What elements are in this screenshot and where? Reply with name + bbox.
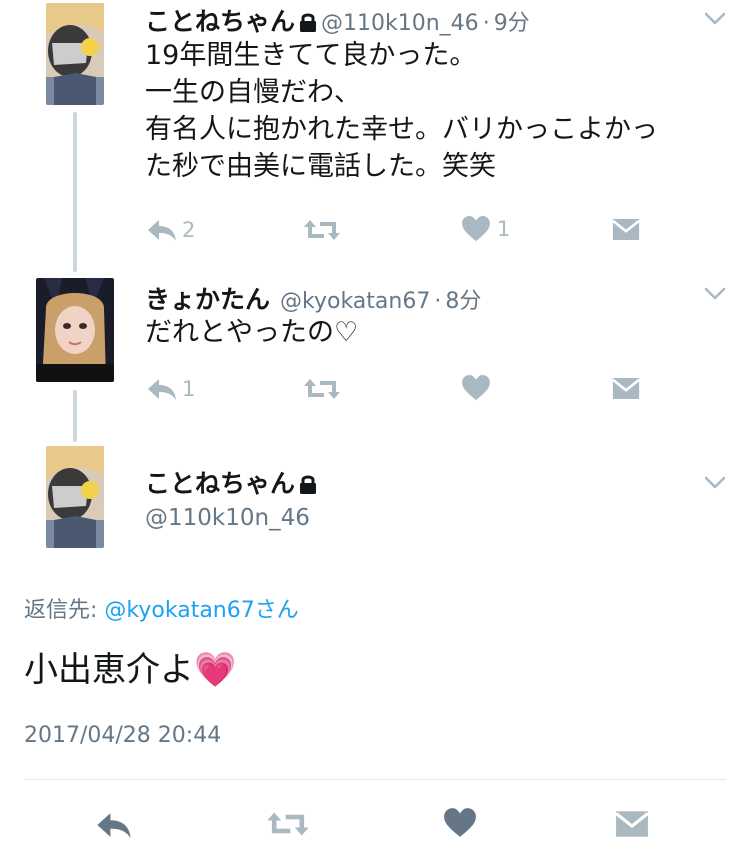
divider xyxy=(24,779,726,780)
tweet-time[interactable]: 8分 xyxy=(445,289,481,314)
tweet-text: 19年間生きてて良かった。 一生の自慢だわ、 有名人に抱かれた幸せ。バリかっこよ… xyxy=(145,37,658,185)
direct-message-icon xyxy=(612,377,640,400)
avatar[interactable] xyxy=(46,446,104,548)
like-icon xyxy=(461,216,491,242)
lock-icon xyxy=(299,471,317,491)
direct-message-button[interactable] xyxy=(615,810,649,838)
retweet-button[interactable] xyxy=(302,218,342,242)
like-button[interactable] xyxy=(461,375,491,401)
tweet-header: ことねちゃん xyxy=(145,464,321,500)
reply-to-label: 返信先: xyxy=(24,598,98,623)
retweet-button[interactable] xyxy=(302,377,342,401)
direct-message-button[interactable] xyxy=(612,218,640,241)
reply-icon xyxy=(146,218,178,242)
thread-line xyxy=(73,390,77,442)
focused-tweet-text: 小出恵介よ💗 xyxy=(24,642,236,691)
tweet-line: た秒で由美に電話した。笑笑 xyxy=(145,151,496,182)
direct-message-button[interactable] xyxy=(612,377,640,400)
tweet-line: 有名人に抱かれた幸せ。バリかっこよかっ xyxy=(145,114,658,145)
tweet-text: だれとやったの♡ xyxy=(145,314,358,351)
reply-button[interactable] xyxy=(95,810,133,840)
avatar[interactable] xyxy=(36,278,114,382)
retweet-button[interactable] xyxy=(265,810,311,838)
user-handle[interactable]: @110k10n_46 xyxy=(321,11,479,36)
chevron-down-icon[interactable] xyxy=(704,476,726,490)
display-name[interactable]: きょかたん xyxy=(145,285,270,314)
retweet-icon xyxy=(302,218,342,242)
like-button[interactable] xyxy=(443,808,477,838)
tweet-header: きょかたん @kyokatan67 · 8分 xyxy=(145,280,481,316)
thread-line xyxy=(73,112,77,272)
like-button[interactable]: 1 xyxy=(461,216,510,242)
separator-dot: · xyxy=(482,11,490,36)
user-handle[interactable]: @kyokatan67 xyxy=(280,289,430,314)
reply-button[interactable]: 2 xyxy=(146,218,195,242)
retweet-icon xyxy=(302,377,342,401)
chevron-down-icon[interactable] xyxy=(704,287,726,301)
avatar[interactable] xyxy=(46,3,104,105)
display-name[interactable]: ことねちゃん xyxy=(145,7,295,36)
tweet-text: 小出恵介よ xyxy=(24,650,194,690)
reply-button[interactable]: 1 xyxy=(146,377,195,401)
retweet-icon xyxy=(265,810,311,838)
tweet-line: 一生の自慢だわ、 xyxy=(145,77,361,108)
tweet-time[interactable]: 9分 xyxy=(494,11,530,36)
like-icon xyxy=(461,375,491,401)
tweet-header: ことねちゃん @110k10n_46 · 9分 xyxy=(145,2,530,38)
reply-icon xyxy=(146,377,178,401)
reply-to-line: 返信先: @kyokatan67さん xyxy=(24,592,299,624)
reply-count: 2 xyxy=(182,218,196,242)
like-icon xyxy=(443,808,477,838)
reply-to-user-link[interactable]: @kyokatan67さん xyxy=(104,598,298,623)
tweet-line: 19年間生きてて良かった。 xyxy=(145,40,477,71)
display-name[interactable]: ことねちゃん xyxy=(145,469,295,498)
separator-dot: · xyxy=(434,289,442,314)
lock-icon xyxy=(299,9,317,29)
user-handle[interactable]: @110k10n_46 xyxy=(145,505,310,531)
tweet-timestamp[interactable]: 2017/04/28 20:44 xyxy=(24,723,221,748)
handle-row: @110k10n_46 xyxy=(145,502,310,531)
direct-message-icon xyxy=(615,810,649,838)
tweet-line: だれとやったの♡ xyxy=(145,317,359,348)
reply-icon xyxy=(95,810,133,840)
like-count: 1 xyxy=(497,217,511,241)
heart-emoji: 💗 xyxy=(194,650,237,690)
reply-count: 1 xyxy=(182,377,196,401)
direct-message-icon xyxy=(612,218,640,241)
chevron-down-icon[interactable] xyxy=(704,12,726,26)
